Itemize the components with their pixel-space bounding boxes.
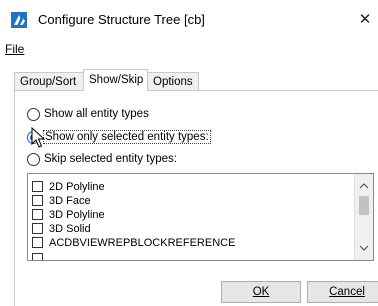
radio-show-all[interactable]: [27, 108, 40, 121]
radio-show-all-label[interactable]: Show all entity types: [44, 108, 149, 120]
list-item-label: ACDBVIEWREPBLOCKREFERENCE: [49, 237, 236, 249]
checkbox[interactable]: [32, 181, 43, 192]
list-item-label: 3D Face: [49, 195, 91, 207]
checkbox[interactable]: [32, 195, 43, 206]
radio-skip-selected-label[interactable]: Skip selected entity types:: [44, 153, 177, 165]
checkbox[interactable]: [32, 209, 43, 220]
dialog-window: Configure Structure Tree [cb] ✕ File Gro…: [0, 0, 378, 306]
tab-group-sort[interactable]: Group/Sort: [14, 72, 84, 90]
ok-button[interactable]: OK: [221, 281, 301, 303]
menu-file[interactable]: File: [5, 42, 24, 56]
mouse-cursor-icon: [31, 126, 46, 152]
radio-show-selected-label[interactable]: Show only selected entity types:: [43, 130, 211, 144]
scroll-up-icon[interactable]: [359, 181, 369, 191]
close-icon[interactable]: ✕: [352, 8, 378, 32]
cancel-button-label: Cancel: [329, 286, 365, 298]
tab-show-skip[interactable]: Show/Skip: [83, 69, 148, 91]
checkbox[interactable]: [32, 237, 43, 248]
entity-type-list[interactable]: 2D Polyline 3D Face 3D Polyline 3D Solid…: [27, 173, 374, 261]
radio-skip-selected[interactable]: [27, 153, 40, 166]
scroll-thumb[interactable]: [359, 196, 369, 215]
window-title: Configure Structure Tree [cb]: [38, 12, 205, 27]
checkbox[interactable]: [32, 253, 43, 260]
app-logo-icon: [11, 12, 27, 28]
tab-options[interactable]: Options: [147, 72, 199, 90]
list-item-label: 3D Polyline: [49, 209, 105, 221]
cancel-button[interactable]: Cancel: [307, 281, 378, 303]
list-item-label: 2D Polyline: [49, 181, 105, 193]
scroll-down-icon[interactable]: [359, 243, 369, 253]
title-bar: Configure Structure Tree [cb] ✕: [0, 0, 378, 38]
checkbox[interactable]: [32, 223, 43, 234]
ok-button-label: OK: [252, 286, 270, 298]
list-scrollbar[interactable]: [354, 174, 373, 260]
list-item-label: 3D Solid: [49, 223, 91, 235]
menu-file-label: File: [5, 42, 25, 56]
menu-bar: [0, 38, 378, 58]
